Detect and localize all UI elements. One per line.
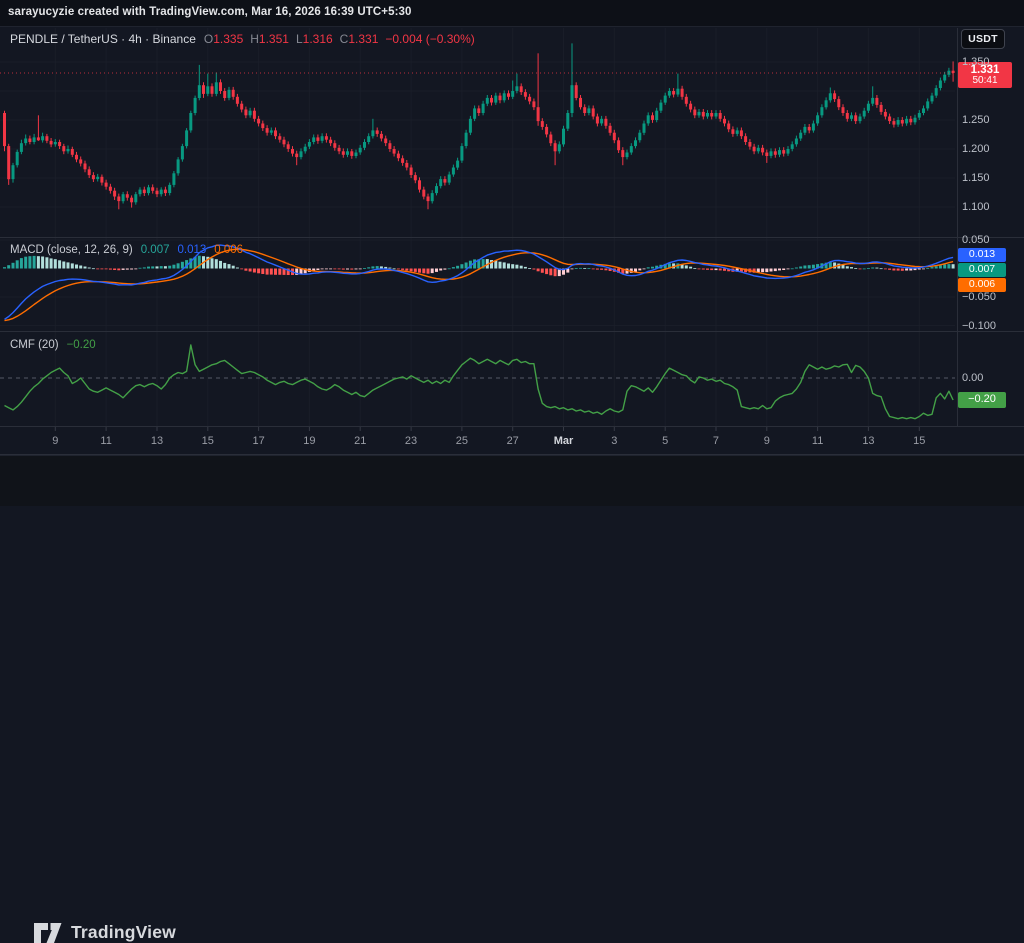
time-axis-label: 27 xyxy=(507,435,519,447)
time-axis-label: 9 xyxy=(764,435,770,447)
time-axis-label: Mar xyxy=(554,435,574,447)
time-axis-label: 21 xyxy=(354,435,366,447)
macd-hist-value: 0.007 xyxy=(141,244,170,256)
macd-signal-value: 0.006 xyxy=(214,244,243,256)
time-axis-label: 7 xyxy=(713,435,719,447)
low-value: 1.316 xyxy=(303,32,333,46)
macd-line-value: 0.013 xyxy=(178,244,207,256)
ohlc-values: O1.335 H1.351 L1.316 C1.331 −0.004 (−0.3… xyxy=(204,32,475,46)
price-axis-label: 1.100 xyxy=(962,201,990,213)
close-value: 1.331 xyxy=(348,32,378,46)
open-label: O xyxy=(204,32,213,46)
tradingview-brand-text: TradingView xyxy=(71,922,176,943)
low-label: L xyxy=(296,32,303,46)
time-axis-label: 5 xyxy=(662,435,668,447)
bar-countdown: 50:41 xyxy=(972,76,997,87)
macd-line-badge: 0.013 xyxy=(958,248,1006,262)
macd-hist-badge: 0.007 xyxy=(958,263,1006,277)
open-value: 1.335 xyxy=(213,32,243,46)
macd-axis-label: −0.050 xyxy=(962,291,996,303)
macd-legend[interactable]: MACD (close, 12, 26, 9) 0.007 0.013 0.00… xyxy=(10,244,243,256)
time-axis-label: 25 xyxy=(456,435,468,447)
change-value: −0.004 (−0.30%) xyxy=(385,32,474,46)
high-value: 1.351 xyxy=(259,32,289,46)
macd-axis-label: 0.050 xyxy=(962,234,990,246)
footer-bar: TradingView xyxy=(0,455,1024,506)
time-axis-label: 15 xyxy=(913,435,925,447)
attribution-text: sarayucyzie created with TradingView.com… xyxy=(8,6,412,18)
price-axis-label: 1.250 xyxy=(962,114,990,126)
price-axis-label: 1.150 xyxy=(962,172,990,184)
tradingview-logo[interactable]: TradingView xyxy=(34,922,176,943)
time-axis-label: 9 xyxy=(52,435,58,447)
price-axis-label: 1.200 xyxy=(962,143,990,155)
time-axis-label: 15 xyxy=(202,435,214,447)
macd-axis-label: −0.100 xyxy=(962,320,996,332)
time-axis-label: 11 xyxy=(812,435,823,447)
time-axis-label: 23 xyxy=(405,435,417,447)
symbol-title[interactable]: PENDLE / TetherUS · 4h · Binance xyxy=(10,32,196,46)
macd-signal-badge: 0.006 xyxy=(958,278,1006,292)
high-label: H xyxy=(250,32,259,46)
cmf-legend[interactable]: CMF (20) −0.20 xyxy=(10,339,96,351)
cmf-title[interactable]: CMF (20) xyxy=(10,339,59,351)
time-axis-label: 3 xyxy=(611,435,617,447)
cmf-value: −0.20 xyxy=(67,339,96,351)
time-axis-label: 19 xyxy=(303,435,315,447)
price-axis-label: 1.350 xyxy=(962,56,990,68)
time-axis-label: 13 xyxy=(862,435,874,447)
time-axis-label: 13 xyxy=(151,435,163,447)
attribution-bar: sarayucyzie created with TradingView.com… xyxy=(0,0,1024,27)
tradingview-logomark-icon xyxy=(34,923,62,943)
currency-toggle-button[interactable]: USDT xyxy=(961,29,1005,49)
time-axis-label: 11 xyxy=(100,435,111,447)
cmf-value-badge: −0.20 xyxy=(958,392,1006,408)
time-axis-label: 17 xyxy=(252,435,264,447)
symbol-legend[interactable]: PENDLE / TetherUS · 4h · Binance O1.335 … xyxy=(10,32,475,46)
cmf-axis-label: 0.00 xyxy=(962,372,983,384)
macd-title[interactable]: MACD (close, 12, 26, 9) xyxy=(10,244,133,256)
